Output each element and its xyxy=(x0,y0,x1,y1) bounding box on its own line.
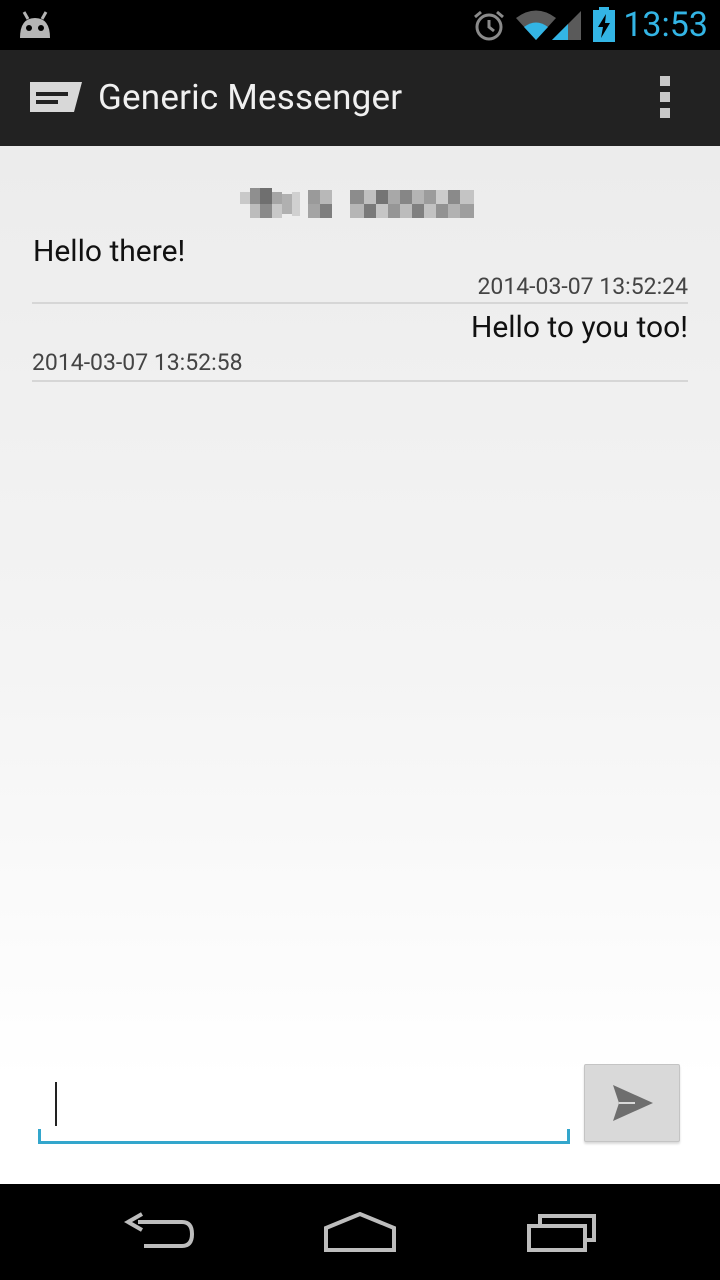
overflow-menu-icon[interactable] xyxy=(655,76,675,122)
screen: 13:53 Generic Messenger Hello there! 201… xyxy=(0,0,720,1280)
contact-name-pixelated xyxy=(240,188,480,220)
conversation-view[interactable]: Hello there! 2014-03-07 13:52:24 Hello t… xyxy=(0,146,720,1184)
message-input[interactable] xyxy=(38,1064,570,1144)
message-text: Hello there! xyxy=(33,234,186,269)
recents-icon[interactable] xyxy=(526,1212,598,1258)
send-button[interactable] xyxy=(584,1064,680,1142)
navigation-bar xyxy=(0,1184,720,1280)
home-icon[interactable] xyxy=(322,1211,398,1258)
text-cursor xyxy=(55,1082,57,1126)
status-bar: 13:53 xyxy=(0,0,720,50)
signal-icon xyxy=(550,9,582,45)
app-title: Generic Messenger xyxy=(98,77,403,118)
message-app-icon[interactable] xyxy=(30,80,82,118)
alarm-icon xyxy=(472,9,506,47)
send-icon xyxy=(613,1085,653,1125)
battery-charging-icon xyxy=(592,7,616,47)
message-timestamp: 2014-03-07 13:52:24 xyxy=(477,273,688,300)
status-clock: 13:53 xyxy=(623,5,708,45)
action-bar: Generic Messenger xyxy=(0,50,720,146)
message-timestamp: 2014-03-07 13:52:58 xyxy=(32,349,243,376)
back-icon[interactable] xyxy=(123,1212,196,1258)
android-icon xyxy=(16,10,54,44)
message-item[interactable]: Hello to you too! 2014-03-07 13:52:58 xyxy=(32,306,688,382)
message-text: Hello to you too! xyxy=(470,310,688,345)
message-item[interactable]: Hello there! 2014-03-07 13:52:24 xyxy=(32,230,688,304)
